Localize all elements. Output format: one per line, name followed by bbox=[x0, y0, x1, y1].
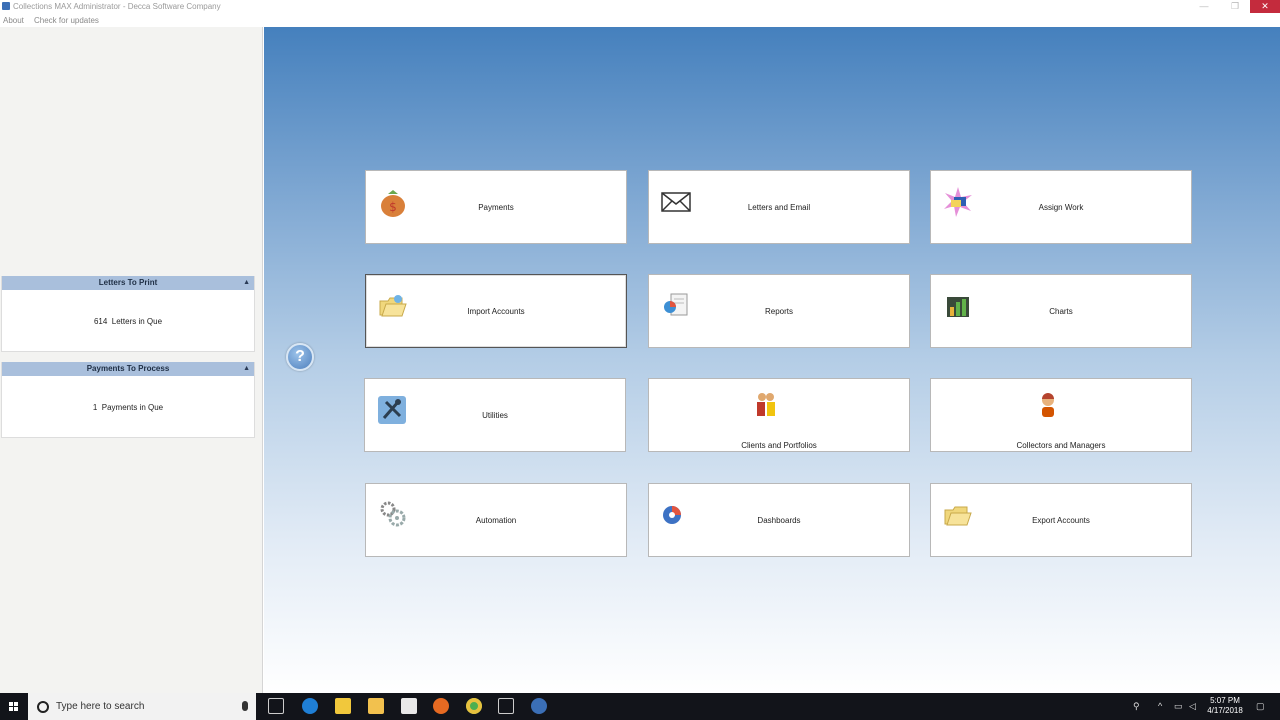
network-icon[interactable]: ▭ bbox=[1174, 701, 1183, 712]
minimize-button[interactable]: — bbox=[1193, 0, 1215, 13]
letters-and-email-label: Letters and Email bbox=[747, 203, 811, 212]
taskbar-search-placeholder: Type here to search bbox=[56, 701, 145, 712]
menu-bar: About Check for updates bbox=[0, 13, 1280, 27]
chrome-icon[interactable] bbox=[466, 698, 482, 714]
store-icon[interactable] bbox=[368, 698, 384, 714]
payments-panel-body: 1 Payments in Que bbox=[2, 376, 254, 412]
automation-tile[interactable]: Automation bbox=[365, 483, 627, 557]
start-button[interactable] bbox=[0, 693, 28, 720]
assign-work-icon bbox=[941, 185, 975, 219]
sidebar: Letters To Print ▲ 614 Letters in Que Pa… bbox=[0, 27, 263, 693]
volume-icon[interactable]: ◁ bbox=[1189, 701, 1196, 712]
cortana-icon bbox=[37, 701, 49, 713]
letters-and-email-tile[interactable]: Letters and Email bbox=[648, 170, 910, 244]
microphone-icon[interactable] bbox=[242, 701, 248, 711]
title-bar: Collections MAX Administrator - Decca So… bbox=[0, 0, 1280, 13]
letters-panel-header[interactable]: Letters To Print ▲ bbox=[2, 276, 254, 290]
assign-work-label: Assign Work bbox=[1038, 203, 1084, 212]
firefox-icon[interactable] bbox=[433, 698, 449, 714]
import-accounts-label: Import Accounts bbox=[467, 307, 525, 316]
report-icon bbox=[659, 289, 693, 323]
payments-count: 1 bbox=[92, 403, 98, 412]
edge-browser-icon[interactable] bbox=[302, 698, 318, 714]
envelope-icon bbox=[659, 185, 693, 219]
task-view-icon[interactable] bbox=[268, 698, 284, 714]
file-explorer-icon[interactable] bbox=[335, 698, 351, 714]
import-accounts-tile[interactable]: Import Accounts bbox=[365, 274, 627, 348]
export-accounts-label: Export Accounts bbox=[1032, 516, 1090, 525]
payments-panel-title: Payments To Process bbox=[86, 364, 170, 373]
clients-and-portfolios-tile[interactable]: Clients and Portfolios bbox=[648, 378, 910, 452]
taskbar-clock[interactable]: 5:07 PM 4/17/2018 bbox=[1200, 696, 1250, 716]
show-hidden-icons-chevron-icon[interactable]: ^ bbox=[1158, 701, 1162, 711]
export-accounts-tile[interactable]: Export Accounts bbox=[930, 483, 1192, 557]
bar-chart-icon bbox=[941, 289, 975, 323]
taskbar-search-box[interactable]: Type here to search bbox=[28, 693, 256, 720]
letters-count: 614 bbox=[93, 317, 108, 326]
collector-icon bbox=[1036, 391, 1060, 419]
main-menu-area: ? $ Payments Letters and Email Assign Wo… bbox=[264, 27, 1280, 693]
folder-import-icon bbox=[376, 289, 410, 323]
maximize-button[interactable]: ❐ bbox=[1224, 0, 1246, 13]
assign-work-tile[interactable]: Assign Work bbox=[930, 170, 1192, 244]
utilities-label: Utilities bbox=[482, 411, 508, 420]
payments-count-label: Payments in Que bbox=[101, 403, 164, 412]
action-center-icon[interactable]: ▢ bbox=[1256, 701, 1265, 712]
automation-label: Automation bbox=[475, 516, 517, 525]
taskbar: Type here to search ⚲ ^ ▭ ◁ 5:07 PM 4/17… bbox=[0, 693, 1280, 720]
clock-date: 4/17/2018 bbox=[1207, 706, 1243, 715]
people-icon[interactable]: ⚲ bbox=[1133, 701, 1140, 712]
clock-time: 5:07 PM bbox=[1210, 696, 1240, 705]
tools-icon bbox=[375, 393, 409, 427]
dashboard-gauge-icon bbox=[659, 498, 693, 532]
help-button[interactable]: ? bbox=[286, 343, 314, 371]
clients-and-portfolios-label: Clients and Portfolios bbox=[741, 441, 817, 450]
payments-to-process-panel: Payments To Process ▲ 1 Payments in Que bbox=[1, 362, 255, 438]
letters-panel-title: Letters To Print bbox=[98, 278, 158, 287]
money-bag-icon: $ bbox=[376, 185, 410, 219]
reports-label: Reports bbox=[764, 307, 793, 316]
payments-tile[interactable]: $ Payments bbox=[365, 170, 627, 244]
payments-panel-header[interactable]: Payments To Process ▲ bbox=[2, 362, 254, 376]
charts-tile[interactable]: Charts bbox=[930, 274, 1192, 348]
collectors-and-managers-label: Collectors and Managers bbox=[1016, 441, 1106, 450]
utilities-tile[interactable]: Utilities bbox=[364, 378, 626, 452]
reports-tile[interactable]: Reports bbox=[648, 274, 910, 348]
gears-icon bbox=[376, 498, 410, 532]
app-icon bbox=[2, 2, 10, 10]
letters-count-label: Letters in Que bbox=[111, 317, 163, 326]
close-button[interactable]: ✕ bbox=[1250, 0, 1280, 13]
clients-icon bbox=[754, 391, 778, 419]
remote-desktop-icon[interactable] bbox=[498, 698, 514, 714]
menu-check-for-updates[interactable]: Check for updates bbox=[34, 16, 99, 25]
collectors-and-managers-tile[interactable]: Collectors and Managers bbox=[930, 378, 1192, 452]
payments-label: Payments bbox=[478, 203, 514, 212]
folder-export-icon bbox=[941, 498, 975, 532]
letters-to-print-panel: Letters To Print ▲ 614 Letters in Que bbox=[1, 276, 255, 352]
dashboards-label: Dashboards bbox=[757, 516, 801, 525]
letters-panel-body: 614 Letters in Que bbox=[2, 290, 254, 326]
collapse-arrow-icon[interactable]: ▲ bbox=[243, 276, 250, 290]
menu-about[interactable]: About bbox=[3, 16, 24, 25]
charts-label: Charts bbox=[1049, 307, 1073, 316]
window-title: Collections MAX Administrator - Decca So… bbox=[13, 2, 221, 11]
mail-icon[interactable] bbox=[401, 698, 417, 714]
collapse-arrow-icon[interactable]: ▲ bbox=[243, 362, 250, 376]
dashboards-tile[interactable]: Dashboards bbox=[648, 483, 910, 557]
collections-max-app-icon[interactable] bbox=[531, 698, 547, 714]
